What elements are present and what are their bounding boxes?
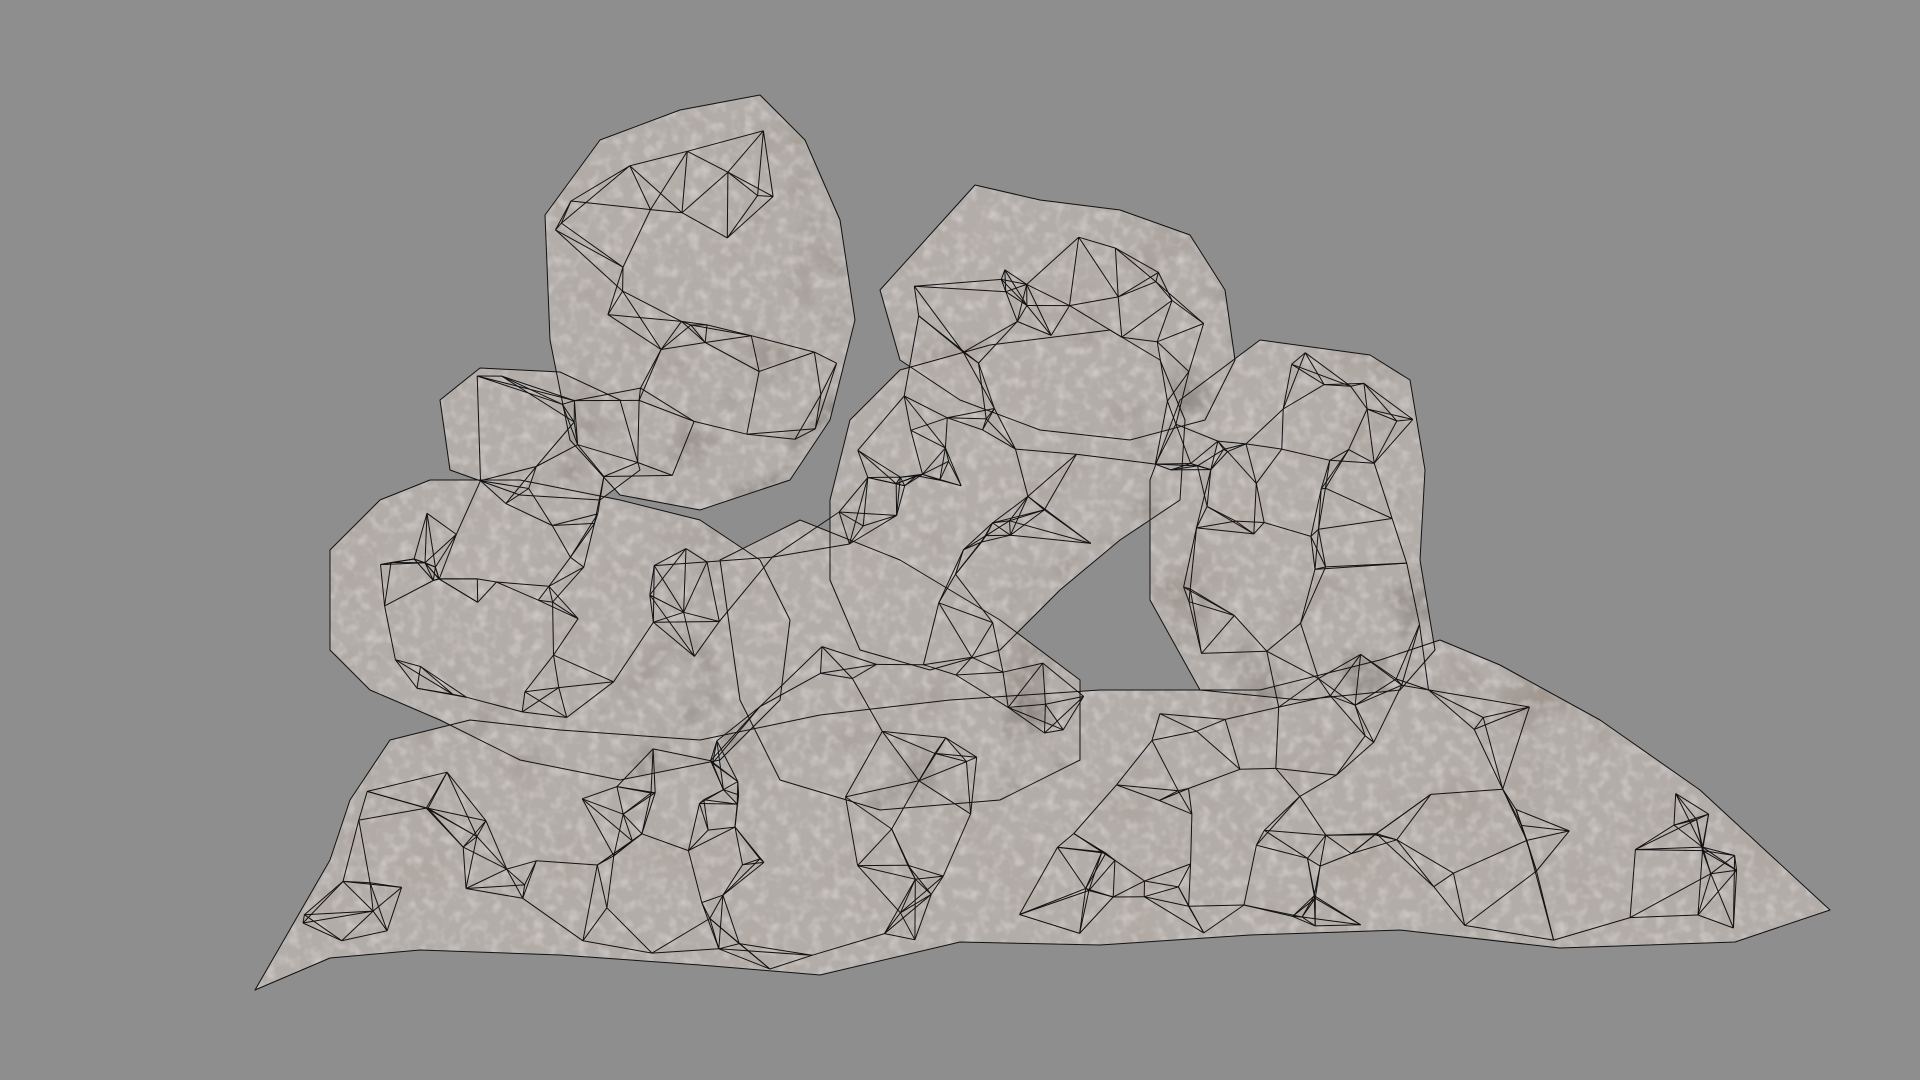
- wire-edge: [736, 781, 739, 805]
- wire-edge: [653, 621, 720, 623]
- 3d-viewport[interactable]: [0, 0, 1920, 1080]
- rock-model-render: [254, 94, 1831, 991]
- wire-edge: [726, 172, 729, 238]
